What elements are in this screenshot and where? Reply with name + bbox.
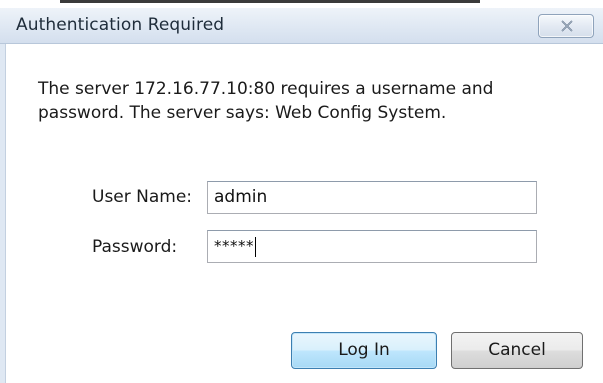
password-label: Password:: [92, 237, 178, 257]
background-window-edge: [60, 0, 480, 3]
username-label: User Name:: [92, 187, 193, 207]
close-x-icon: [561, 20, 573, 32]
password-input[interactable]: *****: [207, 230, 537, 263]
password-value: *****: [214, 237, 254, 255]
window-left-border: [0, 44, 6, 383]
username-input[interactable]: admin: [207, 181, 537, 214]
dialog-title: Authentication Required: [16, 15, 225, 35]
cancel-button[interactable]: Cancel: [451, 332, 583, 369]
authentication-dialog: Authentication Required The server 172.1…: [0, 0, 603, 383]
title-bar[interactable]: Authentication Required: [0, 8, 603, 44]
server-message: The server 172.16.77.10:80 requires a us…: [38, 79, 494, 123]
text-caret: [255, 237, 256, 257]
username-value: admin: [214, 187, 268, 207]
close-button[interactable]: [538, 14, 594, 38]
login-button[interactable]: Log In: [291, 332, 437, 369]
